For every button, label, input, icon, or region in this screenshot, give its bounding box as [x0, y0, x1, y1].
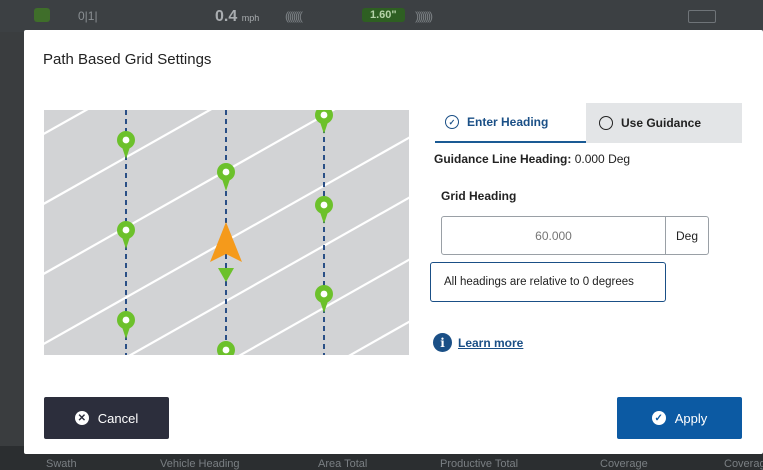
app-logo-icon [34, 8, 50, 22]
grid-settings-dialog: Path Based Grid Settings ✓ Enter Heading… [24, 30, 763, 454]
grid-heading-label: Grid Heading [441, 189, 517, 203]
check-circle-icon: ✓ [651, 411, 666, 425]
speed-unit: mph [241, 13, 260, 23]
compass-icon: ✓ [445, 115, 459, 129]
close-circle-icon: ✕ [74, 411, 89, 425]
info-icon: i [433, 333, 452, 352]
dialog-title: Path Based Grid Settings [43, 51, 212, 68]
apply-button[interactable]: ✓ Apply [617, 397, 742, 439]
offset-left-chevrons-icon: (((((((( [285, 9, 303, 23]
speed-readout: 0.4 mph [215, 8, 259, 26]
learn-more-link[interactable]: i Learn more [433, 333, 523, 352]
bottom-label-coverage-2: Coverage [724, 458, 763, 470]
learn-more-label: Learn more [458, 335, 524, 350]
tab-use-guidance-label: Use Guidance [621, 116, 702, 130]
offset-right-chevrons-icon: )))))))) [415, 9, 433, 23]
grid-illustration-svg [44, 110, 409, 355]
grid-illustration [44, 110, 409, 355]
tab-enter-heading[interactable]: ✓ Enter Heading [435, 103, 586, 143]
app-top-bar: 0|1| 0.4 mph (((((((( 1.60" )))))))) [0, 0, 763, 32]
grid-heading-field: Deg [441, 216, 709, 255]
grid-heading-input[interactable] [442, 217, 665, 254]
guidance-line-value: 0.000 Deg [574, 152, 631, 166]
radio-icon [599, 116, 613, 130]
top-left-readout: 0|1| [78, 9, 98, 23]
guidance-line-heading: Guidance Line Heading: 0.000 Deg [434, 152, 630, 166]
tab-enter-heading-label: Enter Heading [467, 115, 549, 129]
heading-tooltip: All headings are relative to 0 degrees [430, 262, 666, 302]
bottom-label-area-total: Area Total [318, 458, 368, 470]
tab-use-guidance[interactable]: Use Guidance [586, 103, 742, 143]
apply-button-label: Apply [674, 410, 708, 426]
bottom-label-coverage: Coverage [600, 458, 648, 470]
bottom-label-productive-total: Productive Total [440, 458, 519, 470]
speed-value: 0.4 [215, 8, 238, 25]
heading-mode-tabs: ✓ Enter Heading Use Guidance [435, 103, 742, 143]
bottom-label-swath: Swath [46, 458, 77, 470]
offset-badge: 1.60" [362, 8, 405, 22]
cancel-button[interactable]: ✕ Cancel [44, 397, 169, 439]
bottom-label-vehicle-heading: Vehicle Heading [160, 458, 240, 470]
guidance-line-label: Guidance Line Heading: [434, 152, 572, 166]
cancel-button-label: Cancel [97, 410, 139, 426]
top-right-indicator [688, 10, 716, 23]
grid-heading-unit: Deg [665, 217, 708, 254]
